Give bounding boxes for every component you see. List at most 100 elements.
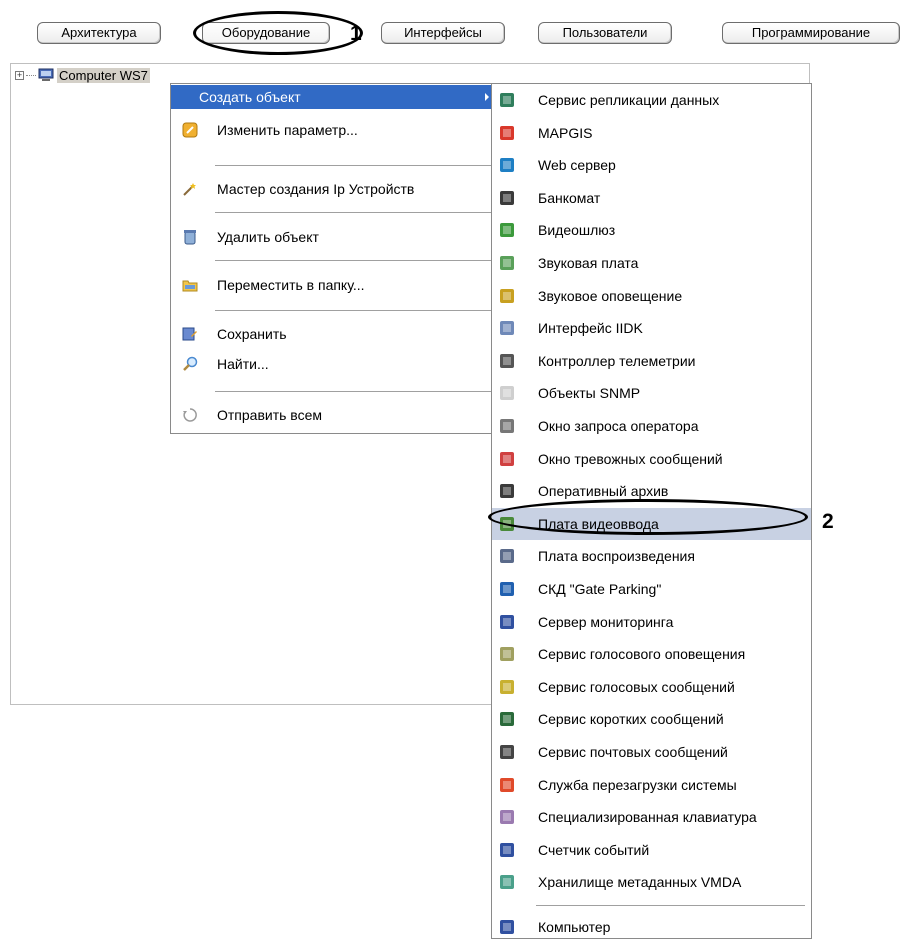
submenu-item-label: Счетчик событий — [538, 841, 650, 858]
menu-item-label: Изменить параметр... — [217, 122, 358, 138]
menu-separator — [215, 391, 491, 392]
map-icon — [500, 125, 514, 140]
video-gateway-icon — [500, 223, 514, 238]
submenu-item[interactable]: Web сервер — [492, 149, 811, 181]
menu-item-label: Сохранить — [217, 326, 287, 342]
submenu-item[interactable]: Сервис голосовых сообщений — [492, 671, 811, 703]
atm-icon — [500, 190, 514, 205]
menu-item-label: Создать объект — [199, 89, 301, 105]
submenu-item-label: Интерфейс IIDK — [538, 320, 643, 337]
submenu-item[interactable]: Банкомат — [492, 182, 811, 214]
submenu-item[interactable]: Сервис репликации данных — [492, 84, 811, 116]
highlight-ellipse-video-capture — [488, 499, 808, 535]
tab-users[interactable]: Пользователи — [538, 22, 672, 44]
submenu-item[interactable]: Сервис голосового оповещения — [492, 638, 811, 670]
submenu-item-label: Служба перезагрузки системы — [538, 776, 737, 793]
menu-item-move-to-folder[interactable]: Переместить в папку... — [171, 273, 497, 297]
submenu-item-label: Звуковое оповещение — [538, 287, 683, 304]
menu-item-create-object[interactable]: Создать объект — [171, 85, 497, 109]
submenu-item[interactable]: Сервис коротких сообщений — [492, 703, 811, 735]
menu-separator — [215, 310, 491, 311]
menu-item-ip-wizard[interactable]: Мастер создания Ip Устройств — [171, 177, 497, 201]
menu-item-send-all[interactable]: Отправить всем — [171, 403, 497, 427]
monitoring-server-icon — [500, 614, 514, 629]
menu-item-save[interactable]: Сохранить — [171, 322, 497, 346]
submenu-item[interactable]: Сервер мониторинга — [492, 606, 811, 638]
submenu-item-label: Окно запроса оператора — [538, 418, 699, 434]
submenu-item[interactable]: MAPGIS — [492, 117, 811, 149]
menu-item-delete-object[interactable]: Удалить объект — [171, 225, 497, 249]
wizard-icon — [183, 183, 196, 196]
submenu-item-label: Видеошлюз — [538, 222, 616, 239]
submenu-item-label: Сервис коротких сообщений — [538, 711, 724, 728]
submenu-item[interactable]: Звуковая плата — [492, 247, 811, 279]
tree-expander-plus-icon[interactable]: + — [15, 70, 24, 80]
submenu-item-label: Плата воспроизведения — [538, 548, 695, 565]
submenu-item-label: Окно тревожных сообщений — [538, 450, 723, 467]
folder-icon — [182, 280, 198, 292]
submenu-item-label: Компьютер — [538, 919, 611, 935]
event-counter-icon — [500, 842, 514, 857]
submenu-item[interactable]: Компьютер — [492, 911, 811, 943]
submenu-item-label: Сервис голосовых сообщений — [538, 678, 735, 695]
menu-item-label: Удалить объект — [217, 229, 319, 245]
menu-item-label: Отправить всем — [217, 407, 322, 423]
submenu-item-label: Специализированная клавиатура — [538, 809, 757, 826]
vmda-icon — [500, 875, 514, 890]
submenu-item[interactable]: Окно запроса оператора — [492, 410, 811, 442]
submenu-item[interactable]: Интерфейс IIDK — [492, 312, 811, 344]
menu-separator — [215, 260, 491, 261]
computer-icon — [500, 920, 514, 934]
submenu-item-label: Web сервер — [538, 157, 616, 174]
menu-separator — [215, 165, 491, 166]
submenu-item[interactable]: Плата воспроизведения — [492, 540, 811, 572]
submenu-item-label: Банкомат — [538, 189, 601, 206]
menu-separator — [215, 212, 491, 213]
tab-programming[interactable]: Программирование — [722, 22, 900, 44]
archive-icon — [500, 484, 514, 499]
submenu-item-label: Сервис репликации данных — [538, 92, 720, 108]
context-menu: Создать объект Изменить параметр... Маст… — [170, 83, 498, 434]
menu-item-label: Мастер создания Ip Устройств — [217, 181, 415, 197]
playback-card-icon — [500, 549, 514, 564]
submenu-item-label: Сервис голосового оповещения — [538, 646, 746, 663]
callout-number-2: 2 — [822, 510, 834, 533]
submenu-item-label: MAPGIS — [538, 124, 593, 141]
save-icon — [182, 327, 197, 341]
submenu-item[interactable]: Хранилище метаданных VMDA — [492, 866, 811, 898]
delete-icon — [184, 230, 196, 245]
submenu-item[interactable]: Сервис почтовых сообщений — [492, 736, 811, 768]
submenu-item[interactable]: Счетчик событий — [492, 834, 811, 866]
alarm-window-icon — [500, 451, 514, 466]
tab-architecture[interactable]: Архитектура — [37, 22, 161, 44]
reboot-icon — [500, 777, 514, 792]
snmp-icon — [500, 386, 514, 401]
gate-parking-icon — [500, 582, 514, 596]
tree-connector — [26, 74, 36, 76]
menu-item-label: Переместить в папку... — [217, 277, 365, 293]
submenu-item[interactable]: Объекты SNMP — [492, 377, 811, 409]
iidk-icon — [500, 321, 514, 336]
globe-icon — [500, 158, 514, 173]
menu-item-find[interactable]: Найти... — [171, 352, 497, 376]
submenu-item-label: Сервис почтовых сообщений — [538, 744, 728, 760]
tree-node-label[interactable]: Computer WS7 — [57, 67, 150, 83]
submenu-item[interactable]: Служба перезагрузки системы — [492, 769, 811, 801]
submenu-item-label: Хранилище метаданных VMDA — [538, 874, 742, 891]
submenu-item[interactable]: Окно тревожных сообщений — [492, 443, 811, 475]
menu-separator — [536, 905, 805, 906]
submenu-item-label: Оперативный архив — [538, 483, 669, 500]
submenu-item[interactable]: СКД "Gate Parking" — [492, 573, 811, 605]
submenu-item[interactable]: Специализированная клавиатура — [492, 801, 811, 833]
voice-messages-icon — [500, 679, 514, 694]
submenu-item-label: Объекты SNMP — [538, 385, 641, 402]
submenu-item[interactable]: Контроллер телеметрии — [492, 345, 811, 377]
submenu-item-label: СКД "Gate Parking" — [538, 581, 662, 597]
submenu-item[interactable]: Видеошлюз — [492, 214, 811, 246]
tree-node-computer[interactable]: + Computer WS7 — [15, 67, 150, 83]
menu-item-edit-parameter[interactable]: Изменить параметр... — [171, 118, 497, 142]
submenu-arrow-icon — [485, 93, 489, 101]
sound-alert-icon — [500, 288, 514, 303]
tab-interfaces[interactable]: Интерфейсы — [381, 22, 505, 44]
submenu-item[interactable]: Звуковое оповещение — [492, 280, 811, 312]
